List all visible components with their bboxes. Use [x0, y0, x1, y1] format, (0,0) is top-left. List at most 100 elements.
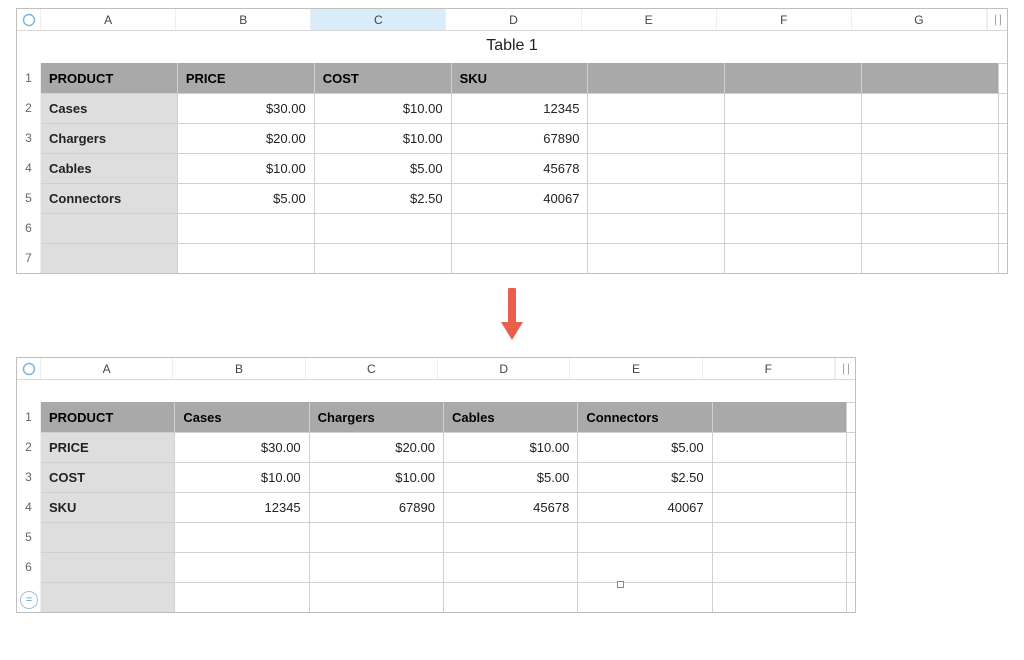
data-cell[interactable]	[178, 213, 315, 243]
data-cell[interactable]	[310, 582, 444, 612]
data-cell[interactable]: $10.00	[310, 462, 444, 492]
data-cell[interactable]: $20.00	[310, 432, 444, 462]
data-cell[interactable]	[315, 213, 452, 243]
data-cell[interactable]	[862, 93, 999, 123]
data-cell[interactable]	[725, 93, 862, 123]
data-cell[interactable]	[444, 522, 578, 552]
data-cell[interactable]	[444, 582, 578, 612]
data-cell[interactable]	[175, 552, 309, 582]
data-cell[interactable]	[178, 243, 315, 273]
data-cell[interactable]: $10.00	[175, 462, 309, 492]
column-resize-handle-icon[interactable]	[987, 9, 1007, 30]
data-cell[interactable]: $10.00	[178, 153, 315, 183]
data-cell[interactable]	[713, 462, 847, 492]
selection-handle-icon[interactable]	[617, 581, 624, 588]
add-row-handle-icon[interactable]: =	[20, 591, 38, 609]
data-cell[interactable]: 12345	[175, 492, 309, 522]
data-cell[interactable]	[862, 213, 999, 243]
column-header-G[interactable]: G	[852, 9, 987, 30]
column-resize-handle-icon[interactable]	[835, 358, 855, 379]
data-cell[interactable]: 40067	[578, 492, 712, 522]
row-label-cell[interactable]: COST	[41, 462, 175, 492]
column-header-F[interactable]: F	[717, 9, 852, 30]
data-cell[interactable]: $10.00	[315, 93, 452, 123]
data-cell[interactable]	[578, 522, 712, 552]
row-label-cell[interactable]	[41, 243, 178, 273]
header-cell[interactable]: PRODUCT	[41, 63, 178, 93]
row-label-cell[interactable]: SKU	[41, 492, 175, 522]
column-header-D[interactable]: D	[446, 9, 581, 30]
header-cell[interactable]: SKU	[452, 63, 589, 93]
header-cell[interactable]: PRICE	[178, 63, 315, 93]
row-label-cell[interactable]	[41, 582, 175, 612]
table-handle-circle-icon[interactable]	[17, 358, 41, 379]
data-cell[interactable]: 67890	[452, 123, 589, 153]
row-header[interactable]: 6	[17, 552, 41, 582]
row-header[interactable]: 1	[17, 402, 41, 432]
data-cell[interactable]: 45678	[452, 153, 589, 183]
data-cell[interactable]	[713, 522, 847, 552]
data-cell[interactable]: $5.00	[178, 183, 315, 213]
data-cell[interactable]	[588, 213, 725, 243]
column-header-A[interactable]: A	[41, 9, 176, 30]
data-cell[interactable]	[588, 93, 725, 123]
row-label-cell[interactable]: PRICE	[41, 432, 175, 462]
data-cell[interactable]: 12345	[452, 93, 589, 123]
data-cell[interactable]	[310, 552, 444, 582]
data-cell[interactable]: $10.00	[315, 123, 452, 153]
data-cell[interactable]	[862, 153, 999, 183]
data-cell[interactable]	[588, 153, 725, 183]
data-cell[interactable]: $2.50	[578, 462, 712, 492]
data-cell[interactable]	[452, 213, 589, 243]
data-cell[interactable]	[175, 522, 309, 552]
column-header-A[interactable]: A	[41, 358, 173, 379]
row-header[interactable]: 6	[17, 213, 41, 243]
data-cell[interactable]	[713, 492, 847, 522]
data-cell[interactable]	[713, 432, 847, 462]
column-header-E[interactable]: E	[570, 358, 702, 379]
data-cell[interactable]: $30.00	[175, 432, 309, 462]
row-header[interactable]: 1	[17, 63, 41, 93]
data-cell[interactable]	[444, 552, 578, 582]
column-header-C[interactable]: C	[311, 9, 446, 30]
row-header[interactable]: 5	[17, 522, 41, 552]
row-label-cell[interactable]: Chargers	[41, 123, 178, 153]
row-label-cell[interactable]: Cases	[41, 93, 178, 123]
row-header[interactable]: 3	[17, 462, 41, 492]
row-label-cell[interactable]	[41, 213, 178, 243]
data-cell[interactable]: 40067	[452, 183, 589, 213]
data-cell[interactable]	[588, 183, 725, 213]
column-header-F[interactable]: F	[703, 358, 835, 379]
data-cell[interactable]	[315, 243, 452, 273]
header-cell[interactable]: Chargers	[310, 402, 444, 432]
data-cell[interactable]	[862, 123, 999, 153]
data-cell[interactable]	[578, 552, 712, 582]
column-header-C[interactable]: C	[306, 358, 438, 379]
row-header[interactable]: 5	[17, 183, 41, 213]
header-cell[interactable]	[725, 63, 862, 93]
row-header[interactable]: 2	[17, 432, 41, 462]
header-cell[interactable]	[713, 402, 847, 432]
column-header-B[interactable]: B	[173, 358, 305, 379]
data-cell[interactable]	[713, 582, 847, 612]
header-cell[interactable]	[862, 63, 999, 93]
table-handle-circle-icon[interactable]	[17, 9, 41, 30]
header-cell[interactable]	[588, 63, 725, 93]
header-cell[interactable]: Connectors	[578, 402, 712, 432]
data-cell[interactable]	[725, 213, 862, 243]
data-cell[interactable]: 67890	[310, 492, 444, 522]
data-cell[interactable]	[725, 123, 862, 153]
row-header[interactable]: 2	[17, 93, 41, 123]
column-header-B[interactable]: B	[176, 9, 311, 30]
header-cell[interactable]: PRODUCT	[41, 402, 175, 432]
column-header-D[interactable]: D	[438, 358, 570, 379]
data-cell[interactable]	[452, 243, 589, 273]
row-label-cell[interactable]: Cables	[41, 153, 178, 183]
header-cell[interactable]: Cables	[444, 402, 578, 432]
data-cell[interactable]	[713, 552, 847, 582]
row-header[interactable]: 7	[17, 243, 41, 273]
column-header-E[interactable]: E	[582, 9, 717, 30]
data-cell[interactable]: $20.00	[178, 123, 315, 153]
data-cell[interactable]: 45678	[444, 492, 578, 522]
data-cell[interactable]	[588, 123, 725, 153]
